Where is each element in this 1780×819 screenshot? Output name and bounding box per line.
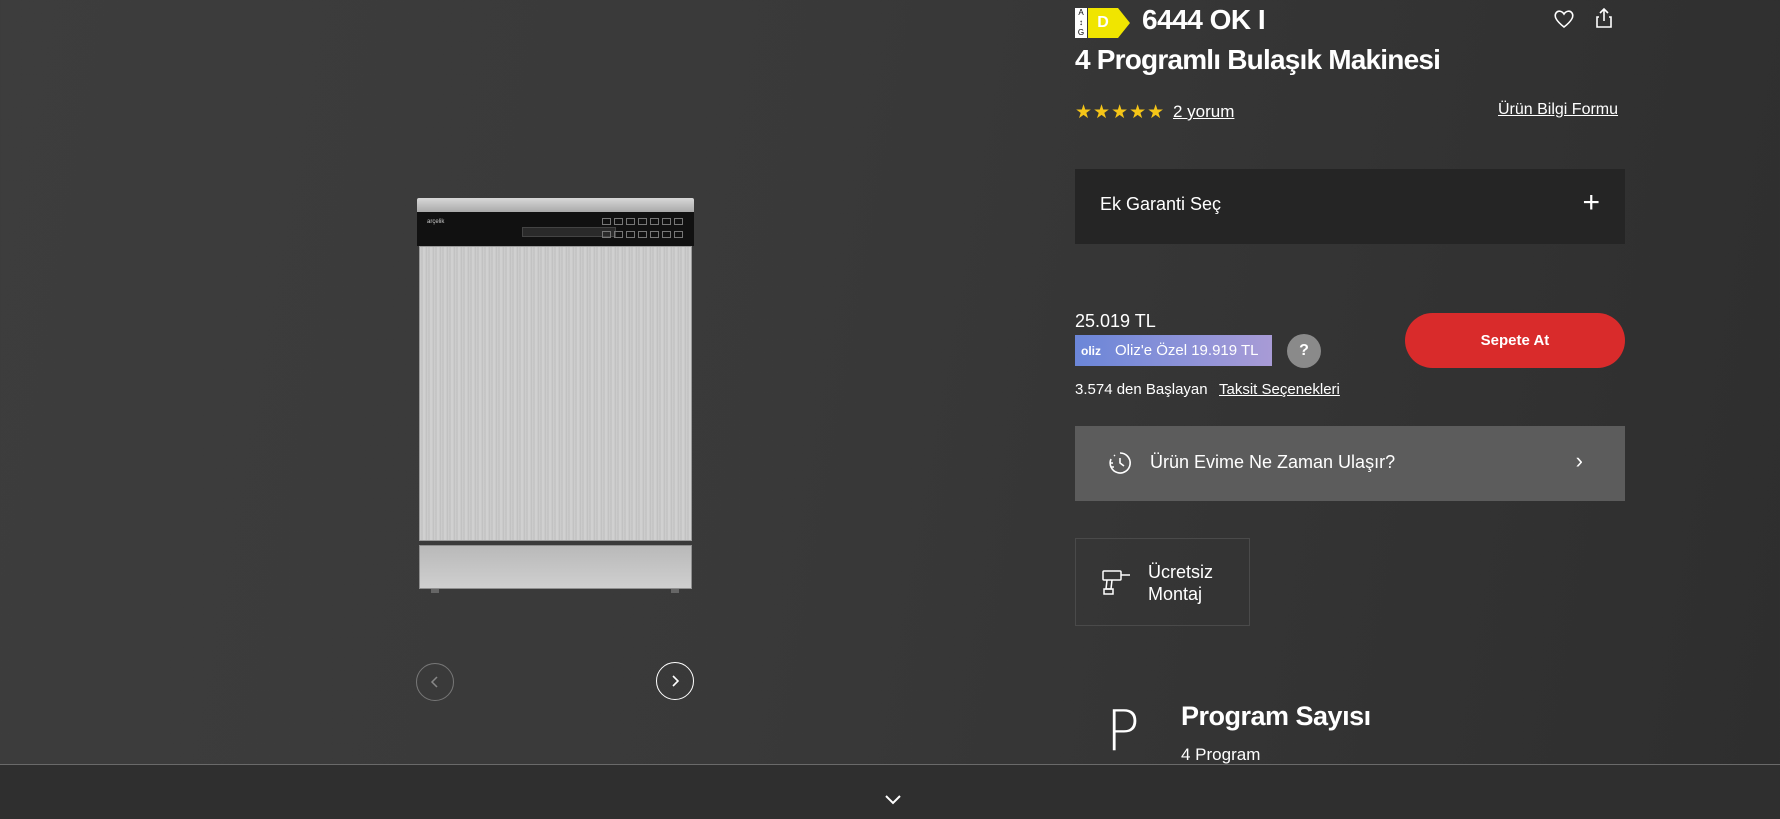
chevron-left-icon <box>430 676 438 688</box>
oliz-price-label: Oliz'e Özel 19.919 TL <box>1115 342 1259 359</box>
energy-class: D <box>1088 8 1118 38</box>
feature-value: 4 Program <box>1181 745 1261 764</box>
extra-warranty-accordion[interactable]: Ek Garanti Seç + <box>1075 169 1625 244</box>
plus-icon: + <box>1582 186 1600 219</box>
feature-title: Program Sayısı <box>1181 701 1371 731</box>
installation-line1: Ücretsiz <box>1148 562 1214 582</box>
image-prev-button[interactable] <box>416 663 454 701</box>
delivery-time-button[interactable]: Ürün Evime Ne Zaman Ulaşır? › <box>1075 426 1625 501</box>
chevron-right-icon: › <box>1575 448 1583 473</box>
add-to-cart-button[interactable]: Sepete At <box>1405 313 1625 368</box>
product-info-form-link[interactable]: Ürün Bilgi Formu <box>1498 101 1618 119</box>
help-button[interactable]: ? <box>1287 334 1321 368</box>
warranty-label: Ek Garanti Seç <box>1100 194 1222 214</box>
energy-scale: A ↕ G <box>1075 8 1087 38</box>
clock-delivery-icon <box>1109 452 1131 474</box>
kick-plate <box>419 545 692 589</box>
delivery-label: Ürün Evime Ne Zaman Ulaşır? <box>1150 452 1396 472</box>
product-price: 25.019 TL <box>1075 311 1156 331</box>
installation-line2: Montaj <box>1148 584 1203 604</box>
installment-text: 3.574 den Başlayan <box>1075 381 1208 398</box>
door <box>419 246 692 541</box>
installment-options-link[interactable]: Taksit Seçenekleri <box>1219 381 1340 398</box>
product-image: arçelik <box>417 198 694 593</box>
chevron-down-icon[interactable] <box>880 790 906 810</box>
program-icon: P <box>1106 699 1140 764</box>
brand-logo: arçelik <box>427 219 445 225</box>
control-panel: arçelik <box>417 212 694 246</box>
oliz-logo: oliz <box>1081 343 1101 358</box>
rating-stars: ★★★★★ <box>1075 102 1166 123</box>
oliz-special-price: oliz Oliz'e Özel 19.919 TL <box>1075 335 1272 366</box>
drill-icon <box>1102 570 1130 595</box>
product-title: 4 Programlı Bulaşık Makinesi <box>1075 44 1441 75</box>
image-next-button[interactable] <box>656 662 694 700</box>
favorite-heart-icon[interactable] <box>1551 6 1577 32</box>
product-model: 6444 OK I <box>1142 4 1266 35</box>
energy-label[interactable]: A ↕ G D <box>1075 8 1131 38</box>
chevron-right-icon <box>672 675 680 687</box>
share-icon[interactable] <box>1591 6 1617 32</box>
free-installation-badge: Ücretsiz Montaj <box>1075 538 1250 626</box>
reviews-link[interactable]: 2 yorum <box>1173 102 1234 122</box>
